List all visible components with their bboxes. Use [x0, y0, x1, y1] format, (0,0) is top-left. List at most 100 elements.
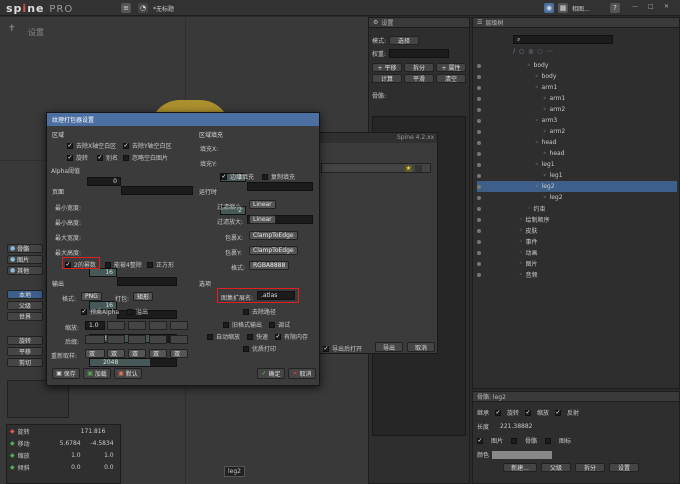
scale-field-2[interactable]: [107, 321, 125, 330]
new-button[interactable]: 新建...: [503, 463, 537, 472]
default-button[interactable]: ▣ 默认: [114, 368, 142, 379]
limit-memory-checkbox[interactable]: ✓: [275, 333, 281, 340]
scale-field-3[interactable]: [128, 321, 146, 330]
length-value[interactable]: 221.38882: [500, 423, 532, 430]
tree-item[interactable]: ◦ 图片: [477, 258, 677, 269]
hierarchy-search-input[interactable]: ⌕: [513, 35, 613, 44]
alias-checkbox[interactable]: ✓: [97, 154, 103, 161]
tree-item[interactable]: ◦ body: [477, 71, 677, 82]
tree-item[interactable]: ◦ body: [477, 60, 677, 71]
visibility-dot-icon[interactable]: [477, 129, 481, 134]
tree-item[interactable]: ◦ leg1: [477, 170, 677, 181]
visibility-dot-icon[interactable]: [477, 96, 481, 101]
tree-item[interactable]: ◦ leg1: [477, 159, 677, 170]
inherit-reflect-checkbox[interactable]: ✓: [555, 409, 562, 416]
inherit-scale-checkbox[interactable]: ✓: [525, 409, 532, 416]
pad-x-slider[interactable]: [247, 182, 313, 191]
pretty-print-checkbox[interactable]: [243, 345, 249, 352]
visibility-dot-icon[interactable]: [477, 74, 481, 79]
help-icon[interactable]: ?: [610, 3, 620, 13]
visibility-dot-icon[interactable]: [477, 184, 481, 189]
windows-label[interactable]: 相图...: [572, 4, 590, 13]
compensate-translate-button[interactable]: 平移: [7, 347, 43, 356]
filter-constraint-icon[interactable]: ◌: [538, 48, 543, 55]
visibility-dot-icon[interactable]: [477, 217, 481, 222]
rotate-checkbox[interactable]: ✓: [67, 154, 73, 161]
pose-images-button[interactable]: ● 图片: [7, 255, 43, 264]
wrap-y-dropdown[interactable]: ClampToEdge: [249, 246, 298, 255]
show-icons-checkbox[interactable]: [545, 437, 552, 444]
strip-y-checkbox[interactable]: ✓: [123, 142, 129, 149]
resample-dropdown-1[interactable]: 双: [85, 349, 105, 358]
filter-slot-icon[interactable]: ○: [519, 48, 524, 55]
tree-item[interactable]: ◦ arm3: [477, 115, 677, 126]
tree-item[interactable]: ◦ arm1: [477, 93, 677, 104]
ignore-blank-checkbox[interactable]: [123, 154, 129, 161]
export-button[interactable]: 导出: [375, 342, 403, 352]
tree-item[interactable]: ◦ arm1: [477, 82, 677, 93]
tree-item[interactable]: ◦ 事件: [477, 236, 677, 247]
split-button[interactable]: 拆分: [575, 463, 605, 472]
folder-icon[interactable]: [415, 165, 422, 172]
project-icon[interactable]: ◔: [138, 3, 148, 13]
pose-others-button[interactable]: ● 其他: [7, 266, 43, 275]
visibility-dot-icon[interactable]: [477, 272, 481, 277]
strip-x-checkbox[interactable]: ✓: [67, 142, 73, 149]
setup-button[interactable]: 设置: [609, 463, 639, 472]
min-width-input[interactable]: 16: [89, 268, 117, 277]
translate-y-value[interactable]: -4.5834: [84, 440, 113, 447]
compensate-shear-button[interactable]: 剪切: [7, 358, 43, 367]
divisible-by-four-checkbox[interactable]: [105, 261, 111, 268]
shear-x-value[interactable]: 0.0: [47, 464, 81, 471]
visibility-dot-icon[interactable]: [477, 63, 481, 68]
edge-padding-checkbox[interactable]: ✓: [221, 173, 227, 180]
visibility-dot-icon[interactable]: [477, 173, 481, 178]
tree-item[interactable]: ◦ arm2: [477, 126, 677, 137]
tree-item[interactable]: ◦ 绘制顺序: [477, 214, 677, 225]
tree-item[interactable]: ◦ leg2: [477, 181, 677, 192]
compensate-rotate-button[interactable]: 旋转: [7, 336, 43, 345]
cancel-button[interactable]: ✕ 取消: [288, 368, 316, 379]
filter-attachment-icon[interactable]: ◎: [528, 48, 533, 55]
visibility-dot-icon[interactable]: [477, 228, 481, 233]
visibility-dot-icon[interactable]: [477, 118, 481, 123]
favorite-icon[interactable]: ★: [405, 165, 412, 172]
duplicate-padding-checkbox[interactable]: [262, 173, 268, 180]
tree-item[interactable]: ◦ 音频: [477, 269, 677, 280]
visibility-dot-icon[interactable]: [477, 140, 481, 145]
wrap-x-dropdown[interactable]: ClampToEdge: [249, 231, 298, 240]
visibility-dot-icon[interactable]: [477, 250, 481, 255]
suffix-field-2[interactable]: [107, 335, 125, 344]
max-height-input[interactable]: 2048: [89, 358, 177, 367]
resample-dropdown-5[interactable]: 双: [170, 349, 188, 358]
bone-color-swatch[interactable]: [492, 450, 553, 459]
pack-dropdown[interactable]: 矩形: [133, 292, 154, 301]
export-open-checkbox[interactable]: ✓: [323, 345, 329, 352]
transform-world-button[interactable]: 世界: [7, 312, 43, 321]
set-parent-button[interactable]: 父级: [541, 463, 571, 472]
atlas-extension-input[interactable]: .atlas: [257, 291, 295, 300]
show-bones-checkbox[interactable]: [511, 437, 518, 444]
visibility-dot-icon[interactable]: [477, 151, 481, 156]
tree-item[interactable]: ◦ head: [477, 137, 677, 148]
tree-item[interactable]: ◦ 皮肤: [477, 225, 677, 236]
window-maximize-icon[interactable]: □: [648, 3, 654, 10]
tree-item[interactable]: ◦ head: [477, 148, 677, 159]
suffix-field-1[interactable]: [85, 335, 105, 344]
runtime-format-dropdown[interactable]: RGBA8888: [249, 261, 290, 270]
visibility-dot-icon[interactable]: [477, 261, 481, 266]
alpha-threshold-slider[interactable]: [121, 186, 193, 195]
weight-attr-button[interactable]: + 属性: [436, 63, 466, 72]
load-button[interactable]: ▣ 加载: [83, 368, 111, 379]
visibility-dot-icon[interactable]: [477, 195, 481, 200]
output-scale-input[interactable]: 1.0: [85, 321, 105, 330]
scale-y-value[interactable]: 1.0: [84, 452, 114, 459]
export-cancel-button[interactable]: 取消: [407, 342, 435, 352]
filter-mag-dropdown[interactable]: Linear: [249, 215, 276, 224]
weight-input[interactable]: [389, 49, 450, 58]
debug-checkbox[interactable]: [269, 321, 275, 328]
visibility-dot-icon[interactable]: [477, 107, 481, 112]
transform-parent-button[interactable]: 父级: [7, 301, 43, 310]
suffix-field-3[interactable]: [128, 335, 146, 344]
window-close-icon[interactable]: ✕: [664, 3, 669, 10]
